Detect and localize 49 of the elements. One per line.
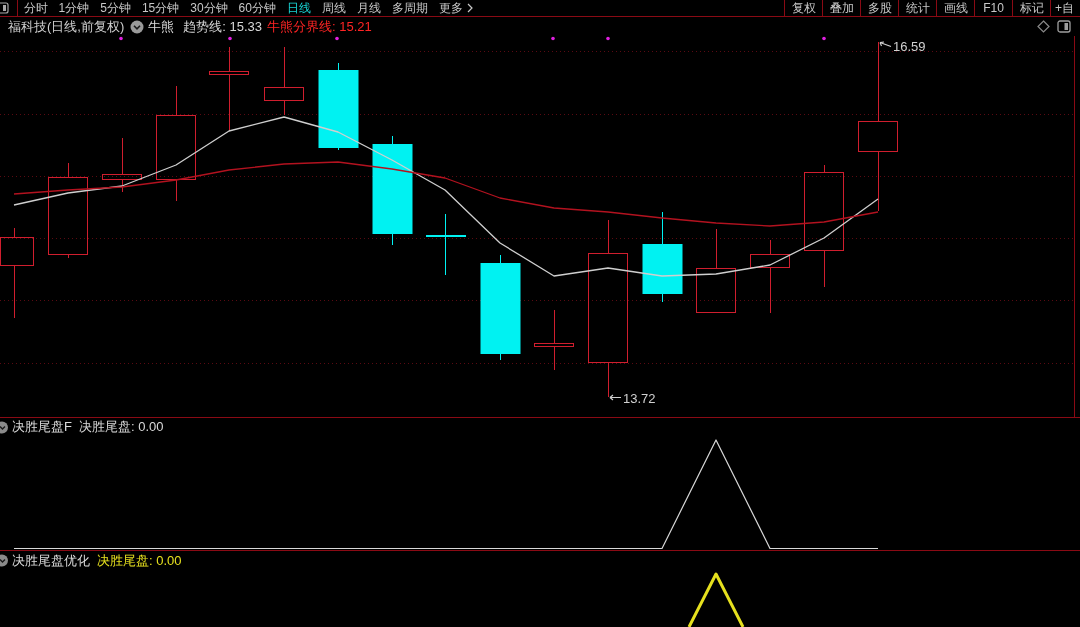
signal-dot-icon [606,36,610,41]
toolbar-button[interactable]: 标记 [1012,0,1050,16]
diamond-icon[interactable] [1037,20,1050,33]
price-label: 16.59 [893,39,926,54]
hollow-candle [264,46,304,116]
indicator-name: 牛熊 [148,17,175,36]
indicator-value: 决胜尾盘: 0.00 [97,551,182,570]
signal-dot-icon [551,36,555,41]
period-tab[interactable]: 周线 [316,0,352,16]
period-tab[interactable]: 15分钟 [136,0,185,16]
dropdown-icon[interactable] [130,19,145,34]
indicator-value: 牛熊分界线: 15.21 [267,17,372,36]
toolbar-button[interactable]: 多股 [860,0,898,16]
period-tab[interactable]: 分时 [18,0,53,16]
signal-dot-icon [228,36,232,41]
indicator-line [687,572,745,627]
period-tab[interactable]: 日线 [281,0,317,16]
indicator-value: 决胜尾盘: 0.00 [78,418,164,436]
dropdown-icon[interactable] [0,554,8,567]
toolbar-button[interactable]: F10 [974,0,1012,16]
hollow-candle [102,137,142,193]
toolbar-button[interactable]: 统计 [898,0,936,16]
period-tab[interactable]: 更多 [433,0,479,16]
signal-dot-icon [335,36,339,41]
indicator-value: 趋势线: 15.33 [183,17,263,36]
hollow-candle [534,309,574,371]
dropdown-icon[interactable] [0,420,8,434]
arrow-icon [609,394,622,401]
cross-candle [426,213,466,276]
toolbar-button[interactable]: 叠加 [822,0,860,16]
period-tab[interactable]: 5分钟 [94,0,137,16]
period-tab[interactable]: 多周期 [386,0,434,16]
toolbar-button[interactable]: 复权 [784,0,822,16]
panel-title: 决胜尾盘F [12,418,72,436]
chevron-icon [466,3,473,13]
price-label: 13.72 [623,391,656,406]
period-tab[interactable]: 月线 [351,0,387,16]
toolbar-button[interactable]: +自 [1050,0,1080,16]
panel-icon[interactable] [0,2,10,14]
signal-dot-icon [822,36,826,41]
signal-dot-icon [119,36,123,41]
panel-title: 决胜尾盘优化 [12,551,90,570]
toolbar-button[interactable]: 画线 [936,0,974,16]
period-tab[interactable]: 60分钟 [233,0,282,16]
arrow-icon [879,41,892,48]
period-tab[interactable]: 1分钟 [53,0,95,16]
period-tab[interactable]: 30分钟 [184,0,234,16]
stock-title: 福科技(日线,前复权) [8,17,125,36]
panel-toggle-icon[interactable] [1057,20,1071,33]
